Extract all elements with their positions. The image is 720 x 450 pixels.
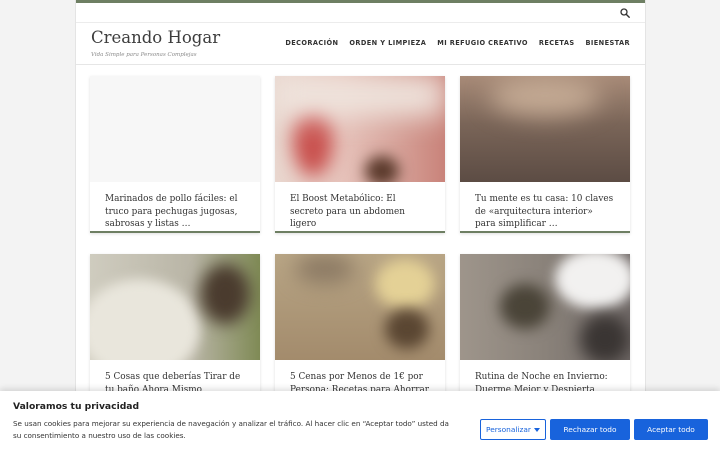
customize-button-label: Personalizar	[486, 425, 531, 434]
post-card[interactable]: 5 Cosas que deberías Tirar de tu baño Ah…	[90, 254, 260, 414]
post-thumbnail[interactable]	[275, 76, 445, 182]
accept-all-button[interactable]: Aceptar todo	[634, 419, 708, 440]
nav-item-orden-y-limpieza[interactable]: ORDEN Y LIMPIEZA	[349, 39, 426, 47]
post-thumbnail[interactable]	[460, 76, 630, 182]
site-title[interactable]: Creando Hogar	[91, 28, 220, 47]
customize-button[interactable]: Personalizar	[480, 419, 546, 440]
nav-item-mi-refugio-creativo[interactable]: MI REFUGIO CREATIVO	[437, 39, 528, 47]
site-header: Creando Hogar Vida Simple para Personas …	[76, 23, 645, 65]
post-title[interactable]: Marinados de pollo fáciles: el truco par…	[90, 182, 260, 231]
cookie-banner-title: Valoramos tu privacidad	[13, 401, 140, 412]
post-card[interactable]: Rutina de Noche en Invierno: Duerme Mejo…	[460, 254, 630, 414]
cookie-banner: Valoramos tu privacidad Se usan cookies …	[0, 391, 720, 450]
post-thumbnail[interactable]	[90, 254, 260, 360]
post-thumbnail[interactable]	[90, 76, 260, 182]
post-title[interactable]: El Boost Metabólico: El secreto para un …	[275, 182, 445, 231]
reject-all-button[interactable]: Rechazar todo	[550, 419, 630, 440]
main-nav: DECORACIÓN ORDEN Y LIMPIEZA MI REFUGIO C…	[285, 39, 630, 47]
nav-item-recetas[interactable]: RECETAS	[539, 39, 575, 47]
post-card[interactable]: El Boost Metabólico: El secreto para un …	[275, 76, 445, 233]
post-thumbnail[interactable]	[275, 254, 445, 360]
top-bar	[76, 3, 645, 23]
post-title[interactable]: Tu mente es tu casa: 10 claves de «arqui…	[460, 182, 630, 231]
post-card[interactable]: Tu mente es tu casa: 10 claves de «arqui…	[460, 76, 630, 233]
post-card[interactable]: 5 Cenas por Menos de 1€ por Persona: Rec…	[275, 254, 445, 414]
post-thumbnail[interactable]	[460, 254, 630, 360]
site-tagline: Vida Simple para Personas Complejas	[91, 52, 197, 58]
post-card[interactable]: Marinados de pollo fáciles: el truco par…	[90, 76, 260, 233]
nav-item-bienestar[interactable]: BIENESTAR	[585, 39, 630, 47]
search-icon[interactable]	[620, 8, 630, 18]
caret-down-icon	[533, 427, 540, 432]
nav-item-decoracion[interactable]: DECORACIÓN	[285, 39, 338, 47]
cookie-banner-text: Se usan cookies para mejorar su experien…	[13, 419, 449, 440]
